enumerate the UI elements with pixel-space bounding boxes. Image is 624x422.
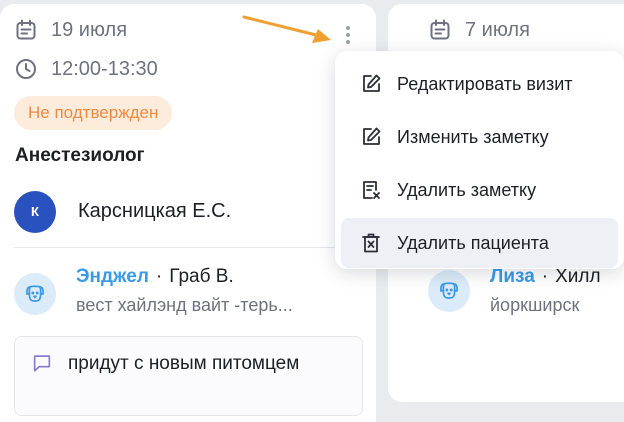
- visit-date: 19 июля: [51, 18, 128, 41]
- menu-item-delete-patient[interactable]: Удалить пациента: [341, 218, 618, 268]
- divider: [14, 247, 363, 248]
- kebab-dot: [346, 26, 350, 30]
- calendar-icon: [430, 19, 450, 40]
- separator: ·: [541, 266, 549, 287]
- visit-time-row: 12:00-13:30: [14, 57, 158, 81]
- edit-icon: [363, 74, 381, 92]
- pet-breed: вест хайлэнд вайт -терь...: [76, 295, 293, 315]
- dog-icon: [26, 285, 44, 302]
- delete-note-icon: [363, 181, 380, 199]
- menu-item-edit-visit[interactable]: Редактировать визит: [341, 59, 618, 109]
- comment-icon: [33, 355, 51, 372]
- visit-date: 7 июля: [465, 18, 530, 41]
- owner-name: Граб В.: [169, 266, 234, 287]
- note-text: придут с новым питомцем: [68, 353, 300, 374]
- visit-date-row: 7 июля: [428, 18, 530, 42]
- edit-note-icon: [363, 127, 381, 145]
- visit-time: 12:00-13:30: [51, 57, 158, 80]
- menu-item-label: Удалить заметку: [397, 179, 537, 200]
- calendar-icon: [16, 19, 36, 40]
- doctor-name: Карсницкая Е.С.: [78, 200, 232, 222]
- pet-avatar: [428, 270, 470, 312]
- pet-info-line: Лиза · Хилл: [490, 266, 601, 288]
- status-badge: Не подтвержден: [14, 96, 173, 130]
- menu-item-delete-note[interactable]: Удалить заметку: [341, 165, 618, 215]
- delete-patient-icon: [362, 233, 380, 253]
- context-menu: Редактировать визит Изменить заметку Уда…: [335, 51, 624, 269]
- pet-breed: йоркширск: [490, 295, 580, 315]
- kebab-dot: [346, 40, 350, 44]
- menu-item-label: Изменить заметку: [397, 126, 549, 147]
- more-options-button[interactable]: [338, 23, 358, 47]
- clock-icon: [16, 59, 36, 79]
- visit-date-row: 19 июля: [14, 18, 127, 42]
- menu-item-edit-note[interactable]: Изменить заметку: [341, 112, 618, 162]
- owner-name: Хилл: [555, 266, 601, 287]
- visit-card[interactable]: 19 июля 12:00-13:30 Не подтвержден Анест…: [0, 4, 376, 422]
- menu-item-label: Редактировать визит: [397, 73, 573, 94]
- pet-name-link[interactable]: Лиза: [490, 266, 535, 287]
- note-box: придут с новым питомцем: [14, 336, 363, 416]
- doctor-avatar: К: [14, 191, 56, 233]
- dog-icon: [440, 282, 458, 299]
- menu-item-label: Удалить пациента: [397, 232, 549, 253]
- separator: ·: [155, 266, 163, 287]
- annotation-arrow-icon: [242, 15, 331, 43]
- doctor-role: Анестезиолог: [15, 145, 145, 166]
- kebab-dot: [346, 33, 350, 37]
- pet-info-line: Энджел · Граб В.: [76, 266, 234, 288]
- pet-avatar: [14, 273, 56, 315]
- pet-name-link[interactable]: Энджел: [76, 266, 149, 287]
